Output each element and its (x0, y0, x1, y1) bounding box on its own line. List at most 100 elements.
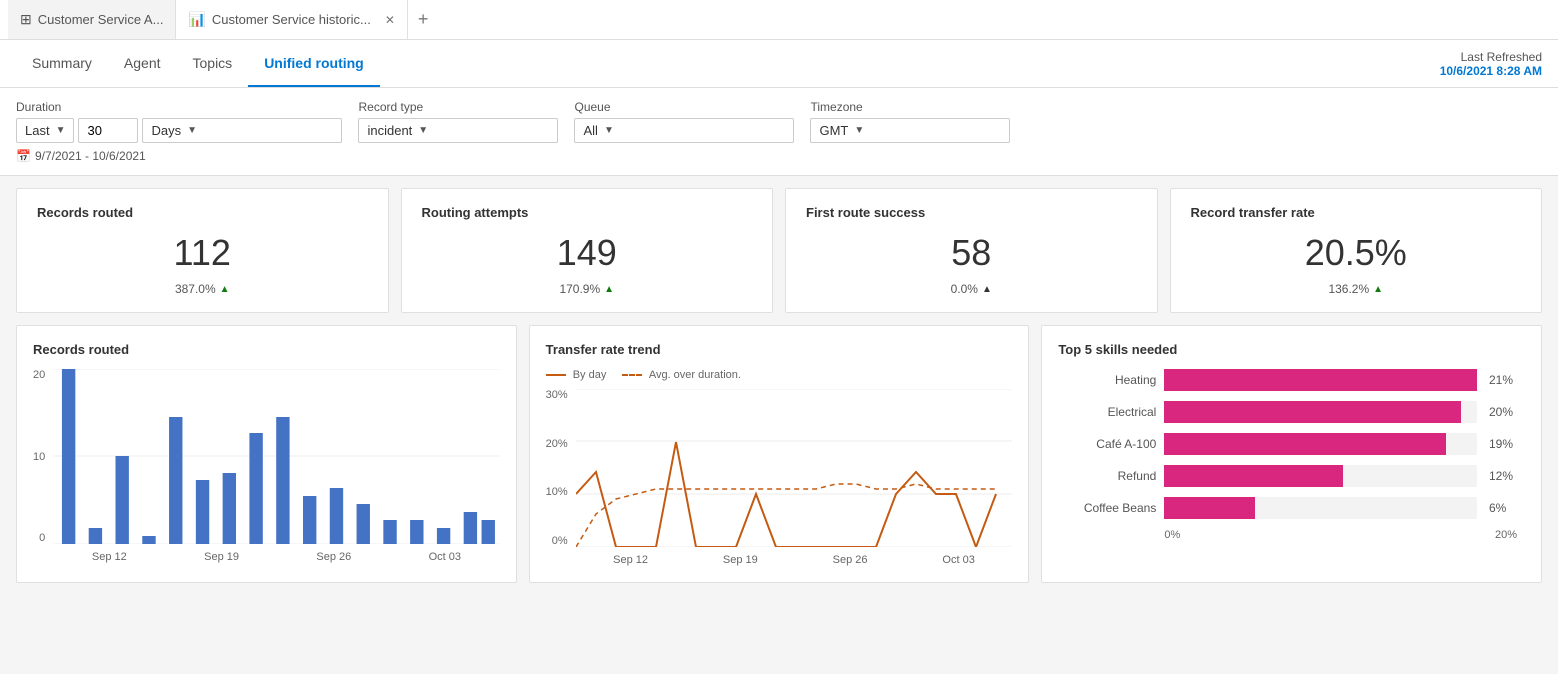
browser-tab-2[interactable]: 📊 Customer Service historic... ✕ (176, 0, 407, 39)
hbar-chart: Heating 21% Electrical 20% Café A-10 (1058, 369, 1525, 541)
nav-tabs: Summary Agent Topics Unified routing Las… (0, 40, 1558, 88)
line-x-sep19: Sep 19 (723, 554, 758, 566)
hbar-pct-cafe: 19% (1489, 437, 1517, 451)
date-range-display: 📅 9/7/2021 - 10/6/2021 (16, 143, 1542, 171)
bar-chart-area: Sep 12 Sep 19 Sep 26 Oct 03 (53, 369, 499, 563)
kpi-records-routed-value: 112 (37, 232, 368, 274)
hbar-axis-min: 0% (1164, 529, 1180, 541)
tab2-icon: 📊 (188, 11, 205, 28)
last-refreshed: Last Refreshed 10/6/2021 8:28 AM (1440, 50, 1542, 78)
hbar-row-refund: Refund 12% (1066, 465, 1517, 487)
x-axis-bar-labels: Sep 12 Sep 19 Sep 26 Oct 03 (53, 551, 499, 563)
hbar-pct-electrical: 20% (1489, 405, 1517, 419)
chevron-down-icon-3: ▼ (418, 125, 428, 136)
queue-value: All (583, 123, 597, 138)
top5-skills-card: Top 5 skills needed Heating 21% Electric… (1041, 325, 1542, 583)
line-chart-legend: By day Avg. over duration. (546, 369, 1013, 381)
kpi-row: Records routed 112 387.0% ▲ Routing atte… (16, 188, 1542, 313)
hbar-label-electrical: Electrical (1066, 405, 1156, 419)
kpi-records-routed-title: Records routed (37, 205, 368, 220)
line-x-sep26: Sep 26 (833, 554, 868, 566)
hbar-label-cafe: Café A-100 (1066, 437, 1156, 451)
calendar-icon: 📅 (16, 149, 31, 163)
y-label-20: 20 (33, 369, 45, 381)
line-y-0: 0% (552, 535, 568, 547)
duration-value-input[interactable] (78, 118, 138, 143)
x-label-sep12: Sep 12 (92, 551, 127, 563)
duration-unit-select[interactable]: Days ▼ (142, 118, 342, 143)
timezone-label: Timezone (810, 100, 1010, 114)
kpi-transfer-rate-value: 20.5% (1191, 232, 1522, 274)
line-x-oct03: Oct 03 (942, 554, 974, 566)
kpi-transfer-rate-change: 136.2% (1328, 282, 1369, 296)
record-type-filter: Record type incident ▼ (358, 100, 558, 143)
hbar-label-heating: Heating (1066, 373, 1156, 387)
tab-summary[interactable]: Summary (16, 40, 108, 87)
line-x-sep12: Sep 12 (613, 554, 648, 566)
records-routed-chart-card: Records routed 20 10 0 (16, 325, 517, 583)
legend-dashed: Avg. over duration. (622, 369, 741, 381)
queue-select[interactable]: All ▼ (574, 118, 794, 143)
tab1-label: Customer Service A... (38, 12, 164, 27)
hbar-pct-coffee-beans: 6% (1489, 501, 1517, 515)
tab-bar: ⊞ Customer Service A... 📊 Customer Servi… (0, 0, 1558, 40)
duration-preset-select[interactable]: Last ▼ (16, 118, 74, 143)
hbar-track-heating (1164, 369, 1477, 391)
last-refreshed-label: Last Refreshed (1440, 50, 1542, 64)
add-tab-button[interactable]: + (408, 9, 439, 30)
line-chart-area: 30% 20% 10% 0% (546, 389, 1013, 566)
hbar-track-coffee-beans (1164, 497, 1477, 519)
kpi-transfer-rate-title: Record transfer rate (1191, 205, 1522, 220)
y-label-0: 0 (39, 532, 45, 544)
hbar-fill-cafe (1164, 433, 1445, 455)
tab2-label: Customer Service historic... (212, 12, 371, 27)
legend-solid: By day (546, 369, 607, 381)
record-type-select[interactable]: incident ▼ (358, 118, 558, 143)
hbar-pct-refund: 12% (1489, 469, 1517, 483)
kpi-records-routed: Records routed 112 387.0% ▲ (16, 188, 389, 313)
record-type-label: Record type (358, 100, 558, 114)
tab-unified-routing[interactable]: Unified routing (248, 40, 380, 87)
kpi-first-route-success: First route success 58 0.0% ▲ (785, 188, 1158, 313)
duration-label: Duration (16, 100, 342, 114)
queue-filter: Queue All ▼ (574, 100, 794, 143)
tab-topics[interactable]: Topics (177, 40, 249, 87)
hbar-row-electrical: Electrical 20% (1066, 401, 1517, 423)
chevron-down-icon-2: ▼ (187, 125, 197, 136)
line-y-10: 10% (546, 486, 568, 498)
hbar-fill-electrical (1164, 401, 1461, 423)
main-content: Records routed 112 387.0% ▲ Routing atte… (0, 176, 1558, 595)
date-range-text: 9/7/2021 - 10/6/2021 (35, 149, 146, 163)
kpi-first-route-success-value: 58 (806, 232, 1137, 274)
x-label-sep19: Sep 19 (204, 551, 239, 563)
hbar-fill-heating (1164, 369, 1477, 391)
tab1-icon: ⊞ (20, 11, 32, 28)
arrow-up-icon-1: ▲ (220, 284, 230, 295)
arrow-up-icon-4: ▲ (1373, 284, 1383, 295)
line-y-30: 30% (546, 389, 568, 401)
duration-preset-value: Last (25, 123, 50, 138)
kpi-routing-attempts-value: 149 (422, 232, 753, 274)
kpi-first-route-success-title: First route success (806, 205, 1137, 220)
chevron-down-icon-4: ▼ (604, 125, 614, 136)
top5-skills-title: Top 5 skills needed (1058, 342, 1525, 357)
tab-agent[interactable]: Agent (108, 40, 177, 87)
x-label-sep26: Sep 26 (316, 551, 351, 563)
hbar-axis-max: 20% (1495, 529, 1517, 541)
chart-row: Records routed 20 10 0 (16, 325, 1542, 583)
timezone-value: GMT (819, 123, 848, 138)
browser-tab-1[interactable]: ⊞ Customer Service A... (8, 0, 176, 39)
duration-unit-value: Days (151, 123, 181, 138)
timezone-select[interactable]: GMT ▼ (810, 118, 1010, 143)
kpi-routing-attempts: Routing attempts 149 170.9% ▲ (401, 188, 774, 313)
hbar-row-cafe: Café A-100 19% (1066, 433, 1517, 455)
close-tab-button[interactable]: ✕ (385, 13, 395, 27)
duration-filter: Duration Last ▼ Days ▼ (16, 100, 342, 143)
last-refreshed-value: 10/6/2021 8:28 AM (1440, 64, 1542, 78)
hbar-track-electrical (1164, 401, 1477, 423)
hbar-label-refund: Refund (1066, 469, 1156, 483)
queue-label: Queue (574, 100, 794, 114)
hbar-row-heating: Heating 21% (1066, 369, 1517, 391)
chevron-down-icon-5: ▼ (854, 125, 864, 136)
x-label-oct03: Oct 03 (429, 551, 461, 563)
